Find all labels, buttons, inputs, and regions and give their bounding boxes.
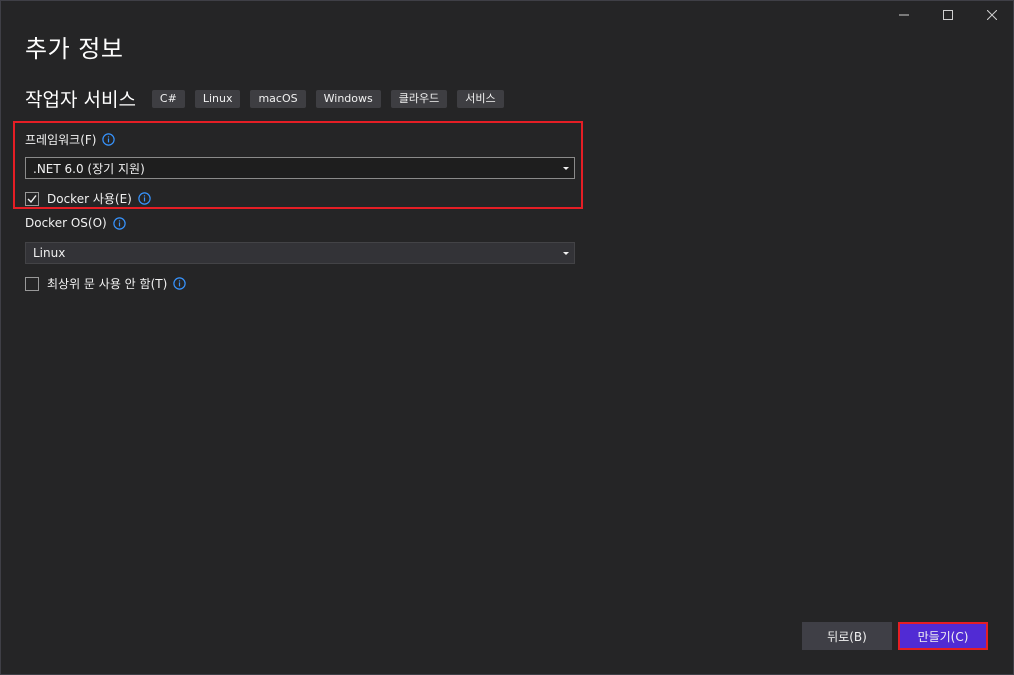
tag: 클라우드 [390, 89, 448, 108]
close-icon [987, 10, 997, 20]
template-header: 작업자 서비스 C# Linux macOS Windows 클라우드 서비스 [25, 85, 514, 112]
framework-label: 프레임워크(F) [25, 133, 97, 147]
tag: macOS [250, 89, 306, 108]
tag: Windows [315, 89, 381, 108]
info-icon[interactable] [173, 277, 186, 290]
docker-checkbox[interactable] [25, 191, 39, 206]
tag: Linux [194, 89, 241, 108]
tag: 서비스 [457, 89, 504, 108]
docker-os-value: Linux [33, 246, 66, 260]
info-icon[interactable] [113, 216, 126, 230]
chevron-down-icon [563, 252, 569, 255]
maximize-button[interactable] [926, 0, 970, 30]
create-button[interactable]: 만들기(C) [898, 622, 988, 650]
minimize-icon [899, 14, 909, 16]
template-tags: C# Linux macOS Windows 클라우드 서비스 [151, 89, 514, 108]
top-level-checkbox-row[interactable]: 최상위 문 사용 안 함(T) [25, 275, 186, 292]
template-name: 작업자 서비스 [25, 89, 136, 111]
window-controls [882, 0, 1014, 30]
framework-select[interactable]: .NET 6.0 (장기 지원) [25, 157, 575, 179]
maximize-icon [943, 10, 953, 20]
close-button[interactable] [970, 0, 1014, 30]
docker-checkbox-row[interactable]: Docker 사용(E) [25, 190, 151, 207]
checkmark-icon [27, 194, 37, 203]
framework-value: .NET 6.0 (장기 지원) [33, 161, 145, 176]
docker-os-label-row: Docker OS(O) [25, 216, 126, 230]
back-button[interactable]: 뒤로(B) [802, 622, 892, 650]
info-icon[interactable] [102, 133, 116, 146]
info-icon[interactable] [138, 192, 151, 205]
framework-label-row: 프레임워크(F) [25, 131, 116, 148]
docker-os-select[interactable]: Linux [25, 242, 575, 264]
minimize-button[interactable] [882, 0, 926, 30]
top-level-checkbox[interactable] [25, 276, 39, 291]
docker-label: Docker 사용(E) [47, 192, 132, 206]
chevron-down-icon [563, 167, 569, 170]
page-title: 추가 정보 [25, 35, 124, 63]
docker-os-label: Docker OS(O) [25, 216, 107, 230]
top-level-label: 최상위 문 사용 안 함(T) [47, 277, 168, 291]
tag: C# [151, 89, 185, 108]
